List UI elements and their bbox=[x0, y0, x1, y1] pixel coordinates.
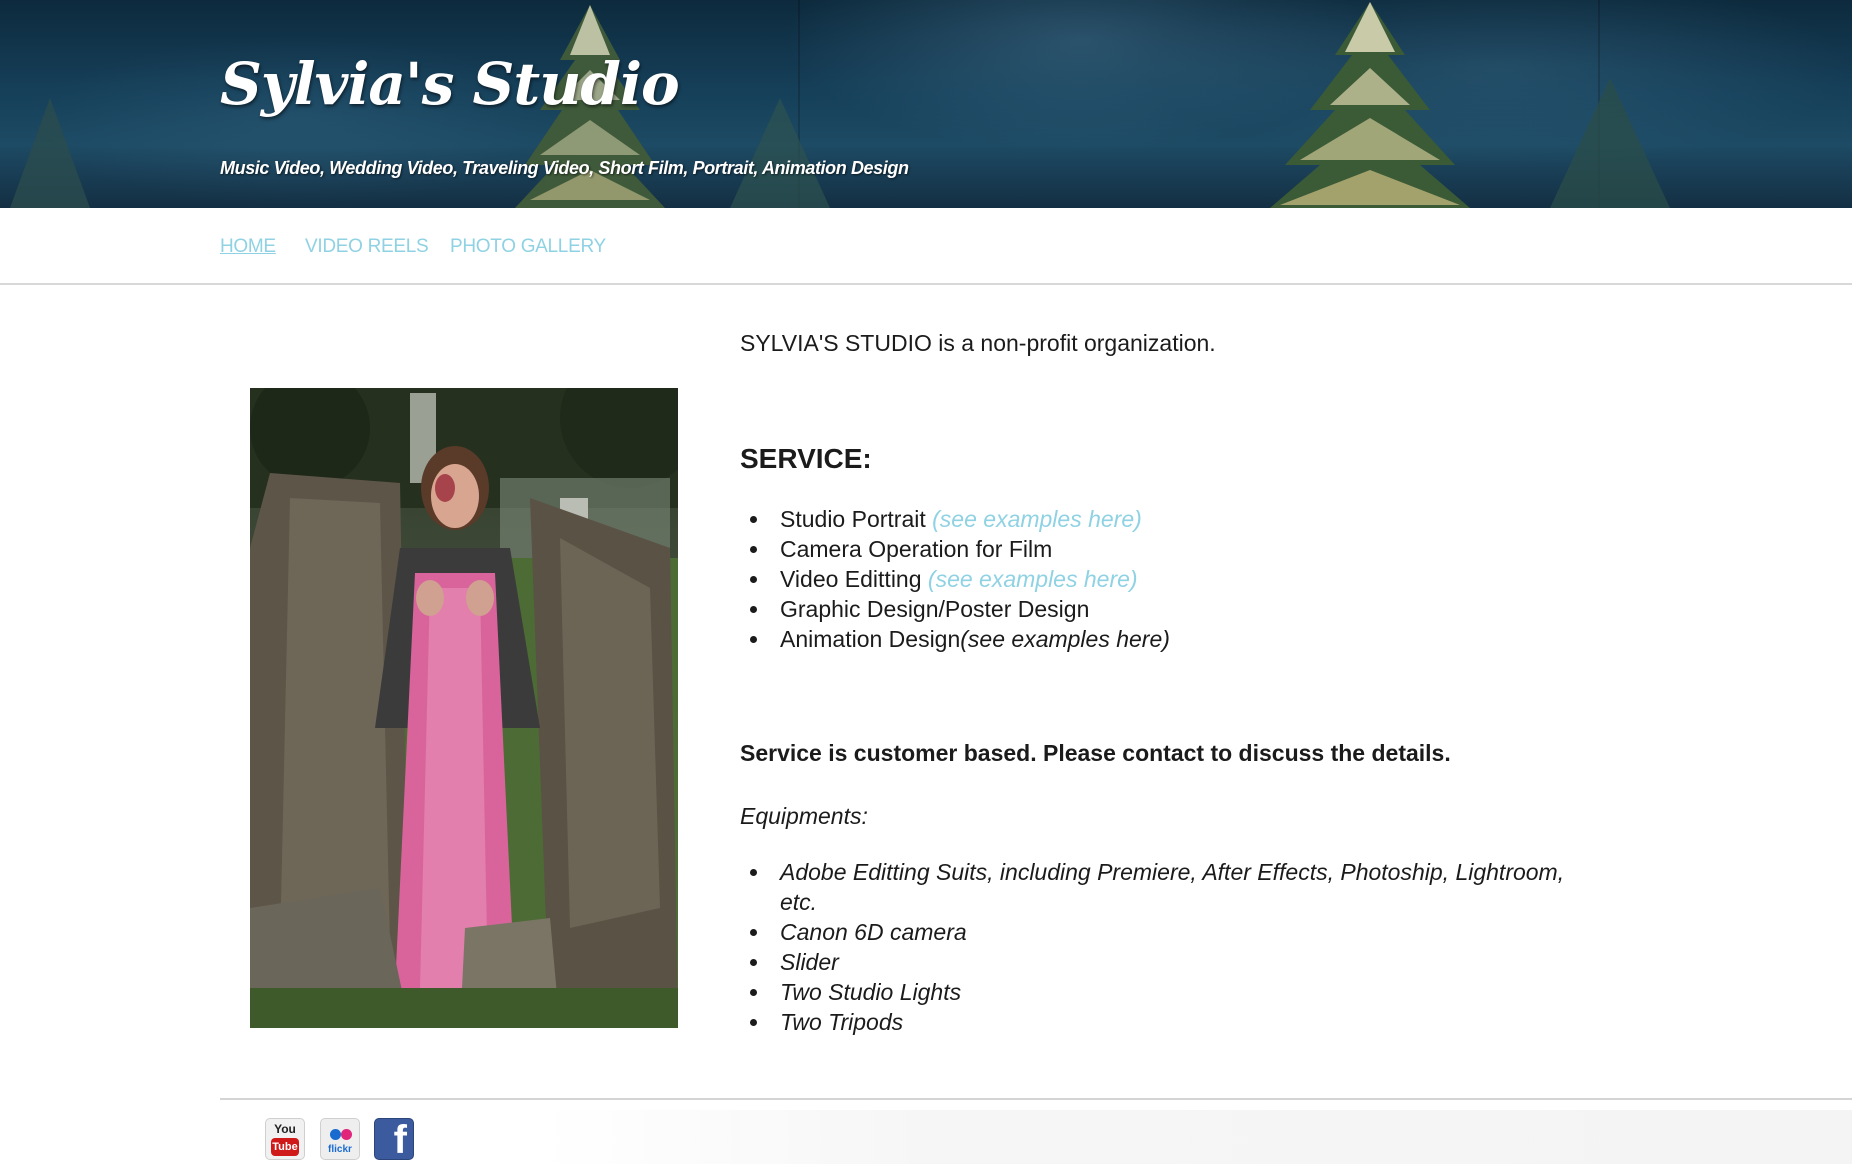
list-item: Graphic Design/Poster Design bbox=[740, 594, 1170, 624]
portrait-photo-art bbox=[250, 388, 678, 1028]
list-item: Animation Design(see examples here) bbox=[740, 624, 1170, 654]
footer-background bbox=[540, 1110, 1852, 1164]
customer-note: Service is customer based. Please contac… bbox=[740, 740, 1451, 766]
pine-tree-left bbox=[10, 98, 90, 208]
service-label: Animation Design bbox=[780, 626, 961, 652]
services-list: Studio Portrait (see examples here) Came… bbox=[740, 504, 1170, 654]
flickr-icon[interactable]: flickr bbox=[320, 1118, 360, 1160]
nav-item-home[interactable]: HOME bbox=[220, 236, 276, 258]
pine-tree-far-right bbox=[1550, 78, 1670, 208]
flickr-icon-word: flickr bbox=[328, 1144, 352, 1155]
equipment-list: Adobe Editting Suits, including Premiere… bbox=[740, 857, 1564, 1037]
equipment-heading: Equipments: bbox=[740, 803, 868, 829]
service-label: Studio Portrait bbox=[780, 506, 933, 532]
youtube-icon-you: You bbox=[274, 1122, 296, 1136]
youtube-icon[interactable]: You Tube bbox=[265, 1118, 305, 1160]
list-item: Two Tripods bbox=[740, 1007, 1564, 1037]
footer-divider bbox=[220, 1098, 1852, 1100]
snowy-pine-tree-right bbox=[1270, 2, 1470, 208]
equipment-label: Two Tripods bbox=[780, 1009, 904, 1035]
flickr-pink-dot bbox=[341, 1129, 352, 1140]
equipment-label: Adobe Editting Suits, including Premiere… bbox=[780, 859, 1565, 885]
equipment-label: Slider bbox=[780, 949, 839, 975]
examples-note: (see examples here) bbox=[960, 626, 1170, 652]
list-item: Two Studio Lights bbox=[740, 977, 1564, 1007]
main-nav: HOME VIDEO REELS PHOTO GALLERY bbox=[0, 208, 1852, 285]
youtube-icon-tube: Tube bbox=[271, 1138, 299, 1156]
nav-item-photo-gallery[interactable]: PHOTO GALLERY bbox=[450, 236, 606, 258]
equipment-label: Canon 6D camera bbox=[780, 919, 967, 945]
service-heading: SERVICE: bbox=[740, 443, 872, 474]
facebook-icon-glyph: f bbox=[393, 1118, 407, 1160]
list-item: Adobe Editting Suits, including Premiere… bbox=[740, 857, 1564, 887]
service-label: Graphic Design/Poster Design bbox=[780, 596, 1090, 622]
service-label: Video Editting bbox=[780, 566, 928, 592]
examples-link[interactable]: (see examples here) bbox=[932, 506, 1142, 532]
site-title[interactable]: Sylvia's Studio bbox=[220, 50, 680, 118]
pine-tree-mid bbox=[730, 98, 830, 208]
facebook-icon[interactable]: f bbox=[374, 1118, 414, 1160]
header-banner: Sylvia's Studio Music Video, Wedding Vid… bbox=[0, 0, 1852, 208]
nav-item-video-reels[interactable]: VIDEO REELS bbox=[305, 236, 429, 258]
portrait-photo bbox=[250, 388, 678, 1028]
list-item-continuation: etc. bbox=[740, 887, 1564, 917]
equipment-label: etc. bbox=[780, 889, 818, 915]
list-item: Camera Operation for Film bbox=[740, 534, 1170, 564]
list-item: Slider bbox=[740, 947, 1564, 977]
list-item: Canon 6D camera bbox=[740, 917, 1564, 947]
intro-text: SYLVIA'S STUDIO is a non-profit organiza… bbox=[740, 330, 1216, 356]
list-item: Video Editting (see examples here) bbox=[740, 564, 1170, 594]
equipment-label: Two Studio Lights bbox=[780, 979, 962, 1005]
service-label: Camera Operation for Film bbox=[780, 536, 1053, 562]
list-item: Studio Portrait (see examples here) bbox=[740, 504, 1170, 534]
site-tagline: Music Video, Wedding Video, Traveling Vi… bbox=[220, 158, 909, 178]
examples-link[interactable]: (see examples here) bbox=[928, 566, 1138, 592]
flickr-blue-dot bbox=[330, 1129, 341, 1140]
